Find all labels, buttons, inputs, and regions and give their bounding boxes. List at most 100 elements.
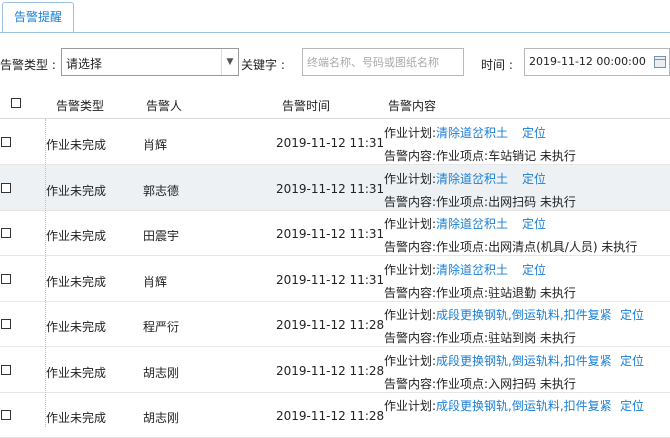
row-checkbox[interactable] (1, 137, 11, 147)
row-content-line: 告警内容:作业项点:驻站到岗 未执行 (384, 329, 576, 346)
row-alarm-person: 胡志刚 (143, 411, 180, 425)
content-prefix: 告警内容: (384, 149, 437, 163)
table-header: 告警类型 告警人 告警时间 告警内容 (0, 90, 670, 119)
locate-link[interactable]: 定位 (620, 352, 644, 369)
row-alarm-type: 作业未完成 (46, 365, 107, 380)
row-plan-line: 作业计划:清除道岔积土 (384, 261, 508, 278)
alarm-type-select[interactable]: 请选择 ▼ (61, 48, 239, 76)
content-detail: 作业项点:出网扫码 未执行 (436, 194, 576, 209)
plan-prefix: 作业计划: (384, 171, 437, 186)
header-alarm-content: 告警内容 (388, 99, 437, 113)
content-detail: 作业项点:入网扫码 未执行 (436, 376, 576, 391)
row-content-line: 告警内容:作业项点:出网扫码 未执行 (384, 193, 576, 210)
plan-link[interactable]: 成段更换钢轨,倒运轨料,扣件复紧 (436, 399, 612, 413)
alarm-type-value: 请选择 (66, 57, 103, 71)
plan-link[interactable]: 清除道岔积土 (436, 263, 508, 277)
row-plan-line: 作业计划:成段更换钢轨,倒运轨料,扣件复紧 (384, 352, 612, 369)
select-all-checkbox[interactable] (11, 98, 21, 108)
row-alarm-time: 2019-11-12 11:28 (276, 409, 385, 423)
plan-prefix: 作业计划: (384, 399, 437, 413)
row-alarm-type: 作业未完成 (46, 183, 107, 198)
row-alarm-time: 2019-11-12 11:28 (276, 363, 385, 378)
plan-link[interactable]: 清除道岔积土 (436, 217, 508, 231)
locate-link[interactable]: 定位 (522, 261, 546, 278)
table-row[interactable]: 作业未完成 肖辉 2019-11-12 11:31 作业计划:清除道岔积土 定位 告警内容… (0, 256, 670, 302)
content-prefix: 告警内容: (384, 240, 437, 254)
row-alarm-type: 作业未完成 (46, 138, 107, 152)
plan-link[interactable]: 清除道岔积土 (436, 172, 508, 186)
locate-link[interactable]: 定位 (522, 124, 546, 141)
tab-alarm-reminder[interactable]: 告警提醒 (2, 2, 74, 32)
row-plan-line: 作业计划:清除道岔积土 (384, 215, 508, 232)
content-detail: 作业项点:出网清点(机具/人员) 未执行 (436, 240, 638, 254)
table-row[interactable]: 作业未完成 程严衍 2019-11-12 11:28 作业计划:成段更换钢轨,倒运轨料… (0, 301, 670, 347)
row-checkbox[interactable] (1, 182, 11, 193)
row-alarm-person: 田震宇 (143, 229, 180, 243)
header-alarm-person: 告警人 (146, 99, 183, 113)
row-alarm-type: 作业未完成 (46, 229, 107, 243)
time-input[interactable]: 2019-11-12 00:00:00 (524, 48, 670, 76)
alarm-type-label: 告警类型 : (0, 58, 56, 72)
row-plan-line: 作业计划:清除道岔积土 (384, 170, 508, 187)
header-alarm-time: 告警时间 (282, 99, 331, 113)
row-content-line: 告警内容:作业项点:出网清点(机具/人员) 未执行 (384, 238, 637, 255)
plan-link[interactable]: 成段更换钢轨,倒运轨料,扣件复紧 (436, 354, 612, 368)
row-alarm-person: 程严衍 (143, 320, 180, 334)
row-alarm-time: 2019-11-12 11:31 (276, 272, 385, 287)
content-prefix: 告警内容: (384, 376, 437, 391)
row-content-line: 告警内容:作业项点:入网扫码 未执行 (384, 375, 576, 392)
row-content-line: 告警内容:作业项点:驻站退勤 未执行 (384, 284, 576, 301)
header-alarm-type: 告警类型 (56, 99, 105, 113)
row-alarm-person: 郭志德 (143, 183, 180, 198)
row-alarm-type: 作业未完成 (46, 411, 107, 425)
content-detail: 作业项点:驻站到岗 未执行 (436, 331, 576, 345)
row-checkbox[interactable] (1, 273, 11, 284)
row-plan-line: 作业计划:清除道岔积土 (384, 124, 508, 141)
content-prefix: 告警内容: (384, 194, 437, 209)
row-alarm-time: 2019-11-12 11:31 (276, 181, 385, 196)
table-row[interactable]: 作业未完成 田震宇 2019-11-12 11:31 作业计划:清除道岔积土 定位告警内… (0, 210, 670, 256)
content-prefix: 告警内容: (384, 285, 437, 300)
keyword-label: 关键字 : (241, 58, 285, 72)
row-alarm-time: 2019-11-12 11:31 (276, 227, 385, 241)
filter-bar: 告警类型 : 请选择 ▼ 关键字 : 时间 : 2019-11-12 00:00… (0, 48, 670, 78)
plan-link[interactable]: 清除道岔积土 (436, 126, 508, 140)
content-detail: 作业项点:驻站退勤 未执行 (436, 285, 576, 300)
locate-link[interactable]: 定位 (620, 306, 644, 323)
row-alarm-time: 2019-11-12 11:31 (276, 136, 385, 150)
table-row[interactable]: 作业未完成 胡志刚 2019-11-12 11:28 作业计划:成段更换钢轨,倒运轨料… (0, 392, 670, 438)
keyword-input[interactable] (302, 48, 464, 76)
row-checkbox[interactable] (1, 228, 11, 238)
table-row[interactable]: 作业未完成 胡志刚 2019-11-12 11:28 作业计划:成段更换钢轨,倒运轨料… (0, 347, 670, 393)
row-alarm-type: 作业未完成 (46, 320, 107, 334)
row-alarm-person: 肖辉 (143, 138, 168, 152)
table-row[interactable]: 作业未完成 郭志德 2019-11-12 11:31 作业计划:清除道岔积土 定位告警内… (0, 164, 670, 211)
plan-prefix: 作业计划: (384, 126, 437, 140)
row-alarm-person: 肖辉 (143, 274, 168, 289)
row-checkbox[interactable] (1, 319, 11, 329)
plan-prefix: 作业计划: (384, 262, 437, 277)
locate-link[interactable]: 定位 (620, 397, 644, 414)
chevron-down-icon[interactable]: ▼ (221, 49, 238, 75)
row-checkbox[interactable] (1, 410, 11, 420)
plan-link[interactable]: 成段更换钢轨,倒运轨料,扣件复紧 (436, 308, 612, 322)
content-detail: 作业项点:车站销记 未执行 (436, 149, 576, 163)
plan-prefix: 作业计划: (384, 308, 437, 322)
table-row[interactable]: 作业未完成 肖辉 2019-11-12 11:31 作业计划:清除道岔积土 定位告警内容… (0, 119, 670, 165)
row-checkbox[interactable] (1, 364, 11, 375)
content-prefix: 告警内容: (384, 331, 437, 345)
plan-prefix: 作业计划: (384, 353, 437, 368)
tab-bar: 告警提醒 (0, 0, 670, 33)
row-content-line: 告警内容:作业项点:车站销记 未执行 (384, 147, 576, 164)
row-plan-line: 作业计划:成段更换钢轨,倒运轨料,扣件复紧 (384, 397, 612, 414)
time-label: 时间 : (481, 58, 513, 72)
plan-prefix: 作业计划: (384, 217, 437, 231)
time-value: 2019-11-12 00:00:00 (529, 55, 646, 68)
column-divider (45, 119, 46, 427)
locate-link[interactable]: 定位 (522, 170, 546, 187)
row-alarm-time: 2019-11-12 11:28 (276, 318, 385, 332)
row-plan-line: 作业计划:成段更换钢轨,倒运轨料,扣件复紧 (384, 306, 612, 323)
row-alarm-person: 胡志刚 (143, 365, 180, 380)
locate-link[interactable]: 定位 (522, 215, 546, 232)
calendar-icon[interactable] (654, 56, 666, 68)
